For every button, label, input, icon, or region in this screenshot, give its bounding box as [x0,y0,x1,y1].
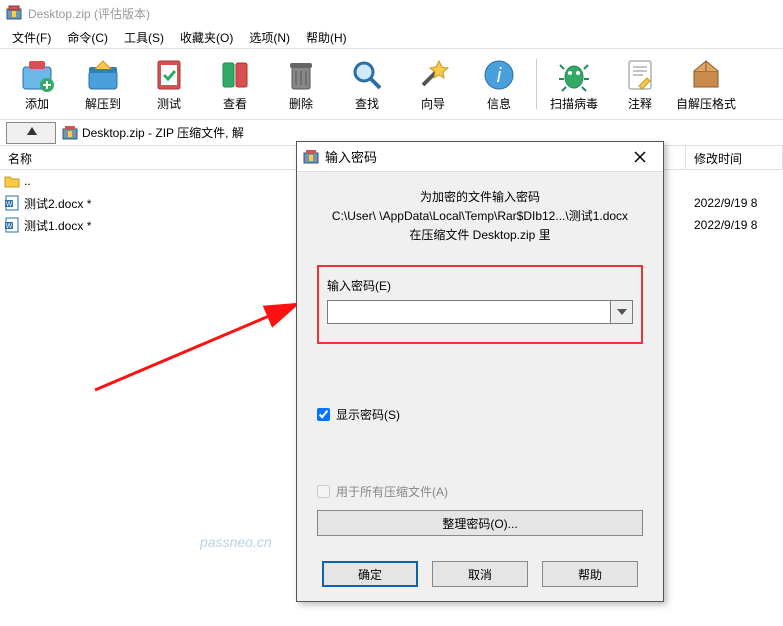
comment-icon [622,57,658,93]
use-all-input[interactable] [317,485,330,498]
password-dialog: 输入密码 为加密的文件输入密码 C:\User\ \AppData\Local\… [296,141,664,602]
tool-find[interactable]: 查找 [334,52,400,116]
tool-wizard[interactable]: 向导 [400,52,466,116]
view-icon [217,57,253,93]
svg-text:W: W [6,223,13,230]
annotation-arrow [90,270,320,400]
col-date[interactable]: 修改时间 [686,146,783,169]
tool-add[interactable]: 添加 [4,52,70,116]
tool-delete[interactable]: 删除 [268,52,334,116]
path-text[interactable]: Desktop.zip - ZIP 压缩文件, 解 [82,124,244,141]
close-icon [634,151,646,163]
dialog-line3: 在压缩文件 Desktop.zip 里 [317,226,643,243]
menu-cmd[interactable]: 命令(C) [59,27,116,48]
tool-extract[interactable]: 解压到 [70,52,136,116]
use-all-checkbox[interactable]: 用于所有压缩文件(A) [317,483,643,500]
scan-virus-icon [556,57,592,93]
organize-password-button[interactable]: 整理密码(O)... [317,510,643,536]
tool-view[interactable]: 查看 [202,52,268,116]
dialog-line1: 为加密的文件输入密码 [317,188,643,205]
dialog-title: 输入密码 [325,147,623,166]
show-password-checkbox[interactable]: 显示密码(S) [317,406,643,423]
svg-text:W: W [6,201,13,208]
svg-text:i: i [497,65,502,87]
menu-opt[interactable]: 选项(N) [241,27,298,48]
chevron-down-icon [617,309,627,315]
dialog-buttons: 确定 取消 帮助 [297,561,663,587]
toolbar: 添加 解压到 测试 查看 删除 查找 向导 i 信息 扫描病毒 注释 自解压格式 [0,48,783,120]
app-icon [303,149,319,165]
toolbar-separator [536,59,537,109]
dialog-content: 为加密的文件输入密码 C:\User\ \AppData\Local\Temp\… [297,172,663,550]
tool-sfx[interactable]: 自解压格式 [673,52,739,116]
password-label: 输入密码(E) [327,277,633,294]
menu-fav[interactable]: 收藏夹(O) [172,27,241,48]
archive-icon [62,125,78,141]
ok-button[interactable]: 确定 [322,561,418,587]
cancel-button[interactable]: 取消 [432,561,528,587]
docx-icon: W [4,217,20,233]
help-button[interactable]: 帮助 [542,561,638,587]
sfx-icon [688,57,724,93]
menu-file[interactable]: 文件(F) [4,27,59,48]
menu-help[interactable]: 帮助(H) [298,27,355,48]
test-icon [151,57,187,93]
app-icon [6,5,22,21]
tool-info[interactable]: i 信息 [466,52,532,116]
window-title: Desktop.zip (评估版本) [28,5,150,22]
find-icon [349,57,385,93]
menubar: 文件(F) 命令(C) 工具(S) 收藏夹(O) 选项(N) 帮助(H) [0,26,783,48]
menu-tools[interactable]: 工具(S) [116,27,172,48]
window-titlebar: Desktop.zip (评估版本) [0,0,783,26]
password-input[interactable] [327,300,611,324]
wizard-icon [415,57,451,93]
tool-comment[interactable]: 注释 [607,52,673,116]
docx-icon: W [4,195,20,211]
info-icon: i [481,57,517,93]
password-highlight-box: 输入密码(E) [317,265,643,344]
close-button[interactable] [623,144,657,170]
folder-up-icon [4,173,20,189]
show-password-input[interactable] [317,408,330,421]
updir-button[interactable] [6,122,56,144]
delete-icon [283,57,319,93]
archive-add-icon [19,57,55,93]
tool-test[interactable]: 测试 [136,52,202,116]
password-dropdown-button[interactable] [611,300,633,324]
extract-icon [85,57,121,93]
tool-scan[interactable]: 扫描病毒 [541,52,607,116]
watermark: passneo.cn [200,534,272,550]
dialog-line2: C:\User\ \AppData\Local\Temp\Rar$DIb12..… [317,207,643,224]
dialog-titlebar: 输入密码 [297,142,663,172]
